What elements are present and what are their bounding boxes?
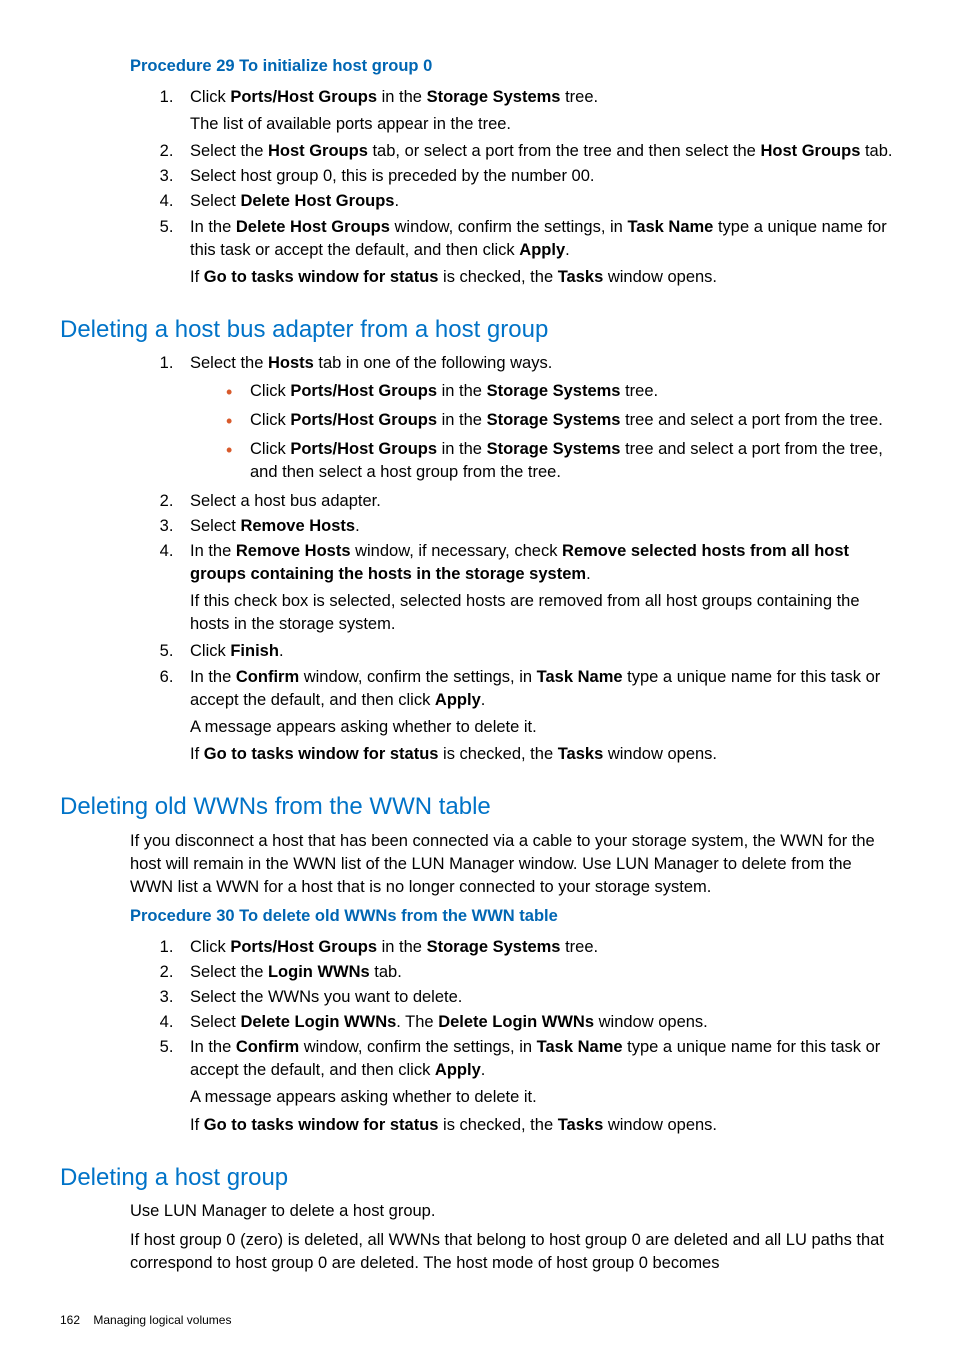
list-item: In the Delete Host Groups window, confir… <box>178 216 894 289</box>
list-item: Select Delete Host Groups. <box>178 190 894 213</box>
step-note: A message appears asking whether to dele… <box>190 716 894 739</box>
step-note: If Go to tasks window for status is chec… <box>190 743 894 766</box>
chapter-title: Managing logical volumes <box>93 1313 231 1327</box>
list-item: Select Remove Hosts. <box>178 515 894 538</box>
section-deleting-wwns: Deleting old WWNs from the WWN table <box>60 790 894 824</box>
sublist: Click Ports/Host Groups in the Storage S… <box>190 380 894 484</box>
step-note: If Go to tasks window for status is chec… <box>190 266 894 289</box>
list-item: Select a host bus adapter. <box>178 490 894 513</box>
list-item: Click Finish. <box>178 640 894 663</box>
step-note: The list of available ports appear in th… <box>190 113 894 136</box>
list-item: Click Ports/Host Groups in the Storage S… <box>226 438 894 484</box>
body-text: Use LUN Manager to delete a host group. <box>130 1200 894 1223</box>
step-note: A message appears asking whether to dele… <box>190 1086 894 1109</box>
list-item: Click Ports/Host Groups in the Storage S… <box>178 86 894 136</box>
list-item: Select the Host Groups tab, or select a … <box>178 140 894 163</box>
list-item: In the Remove Hosts window, if necessary… <box>178 540 894 636</box>
list-item: In the Confirm window, confirm the setti… <box>178 1036 894 1136</box>
list-item: Click Ports/Host Groups in the Storage S… <box>226 409 894 432</box>
section-a-steps: Select the Hosts tab in one of the follo… <box>130 352 894 766</box>
step-note: If this check box is selected, selected … <box>190 590 894 636</box>
page-footer: 162 Managing logical volumes <box>60 1312 894 1329</box>
section-deleting-hba: Deleting a host bus adapter from a host … <box>60 313 894 347</box>
body-text: If host group 0 (zero) is deleted, all W… <box>130 1229 894 1275</box>
list-item: Click Ports/Host Groups in the Storage S… <box>226 380 894 403</box>
section-deleting-host-group: Deleting a host group <box>60 1161 894 1195</box>
list-item: Click Ports/Host Groups in the Storage S… <box>178 936 894 959</box>
list-item: Select the Login WWNs tab. <box>178 961 894 984</box>
list-item: Select host group 0, this is preceded by… <box>178 165 894 188</box>
procedure-29-steps: Click Ports/Host Groups in the Storage S… <box>130 86 894 289</box>
list-item: In the Confirm window, confirm the setti… <box>178 666 894 766</box>
list-item: Select the WWNs you want to delete. <box>178 986 894 1009</box>
list-item: Select Delete Login WWNs. The Delete Log… <box>178 1011 894 1034</box>
procedure-30-heading: Procedure 30 To delete old WWNs from the… <box>130 905 894 928</box>
step-note: If Go to tasks window for status is chec… <box>190 1114 894 1137</box>
procedure-29-heading: Procedure 29 To initialize host group 0 <box>130 55 894 78</box>
list-item: Select the Hosts tab in one of the follo… <box>178 352 894 483</box>
page-number: 162 <box>60 1313 80 1327</box>
section-intro: If you disconnect a host that has been c… <box>130 830 894 899</box>
procedure-30-steps: Click Ports/Host Groups in the Storage S… <box>130 936 894 1137</box>
